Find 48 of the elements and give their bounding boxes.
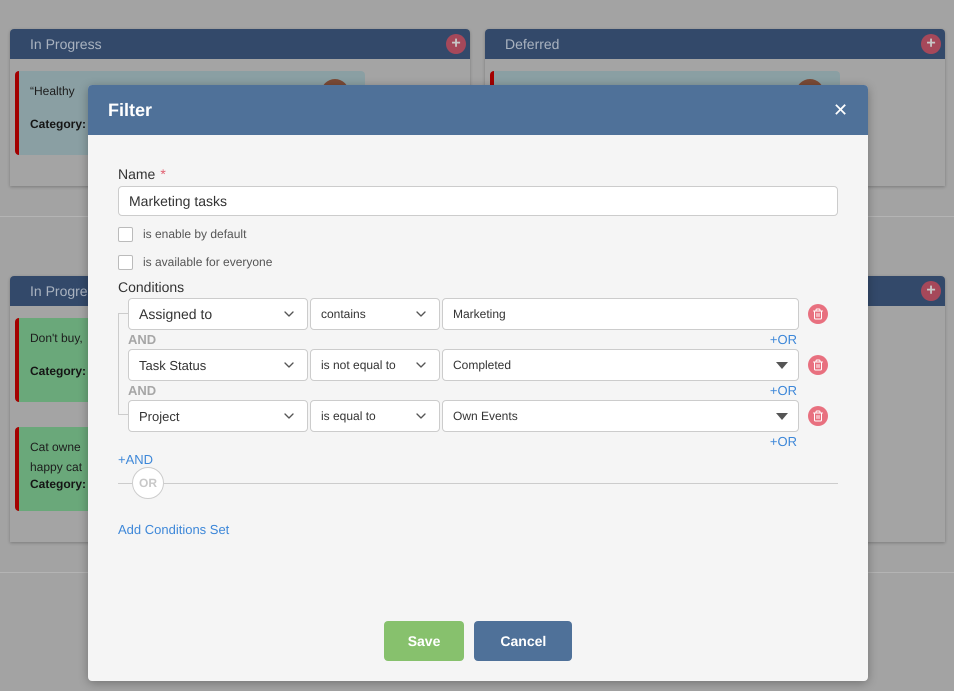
add-or-link[interactable]: +OR <box>770 434 797 449</box>
operator-select[interactable]: is not equal to <box>310 349 440 381</box>
category-label: Category: <box>30 364 86 378</box>
name-field[interactable]: Marketing tasks <box>118 186 838 216</box>
checkbox-label: is enable by default <box>143 227 246 241</box>
card-text: Cat owne <box>30 439 81 456</box>
card-text: “Healthy <box>30 83 75 100</box>
field-select[interactable]: Assigned to <box>128 298 308 330</box>
trash-icon <box>812 359 824 371</box>
category-label: Category: <box>30 117 86 131</box>
cancel-button[interactable]: Cancel <box>474 621 572 661</box>
add-card-button[interactable]: + <box>921 34 941 54</box>
operator-select[interactable]: is equal to <box>310 400 440 432</box>
checkbox[interactable] <box>118 254 133 270</box>
checkbox-label: is available for everyone <box>143 255 272 269</box>
column-title: Deferred <box>505 36 560 52</box>
dialog-title: Filter <box>108 100 152 120</box>
card-text: Don't buy, <box>30 330 83 347</box>
add-or-link[interactable]: +OR <box>770 332 797 347</box>
conditions-label: Conditions <box>118 279 184 295</box>
field-select[interactable]: Project <box>128 400 308 432</box>
caret-icon <box>776 412 788 420</box>
field-select[interactable]: Task Status <box>128 349 308 381</box>
add-or-link[interactable]: +OR <box>770 383 797 398</box>
add-conditions-set-link[interactable]: Add Conditions Set <box>118 522 230 537</box>
add-and-link[interactable]: +AND <box>118 452 154 467</box>
operator-select[interactable]: contains <box>310 298 440 330</box>
value-field[interactable]: Marketing <box>442 298 799 330</box>
trash-icon <box>812 410 824 422</box>
delete-button[interactable] <box>808 355 828 375</box>
checkbox[interactable] <box>118 226 133 242</box>
value-select[interactable]: Own Events <box>442 400 799 432</box>
column-title: In Progre <box>30 283 88 299</box>
required-mark: * <box>160 166 166 182</box>
value-select[interactable]: Completed <box>442 349 799 381</box>
add-card-button[interactable]: + <box>921 281 941 301</box>
caret-icon <box>776 362 788 368</box>
add-card-button[interactable]: + <box>446 34 466 54</box>
and-label: AND <box>128 332 156 347</box>
delete-button[interactable] <box>808 304 828 324</box>
card-text: happy cat <box>30 459 82 476</box>
column-title: In Progress <box>30 36 102 52</box>
name-label: Name <box>118 166 156 182</box>
and-label: AND <box>128 383 156 398</box>
delete-button[interactable] <box>808 406 828 426</box>
close-button[interactable]: ✕ <box>833 99 848 121</box>
category-label: Category: <box>30 477 86 491</box>
trash-icon <box>812 308 824 320</box>
